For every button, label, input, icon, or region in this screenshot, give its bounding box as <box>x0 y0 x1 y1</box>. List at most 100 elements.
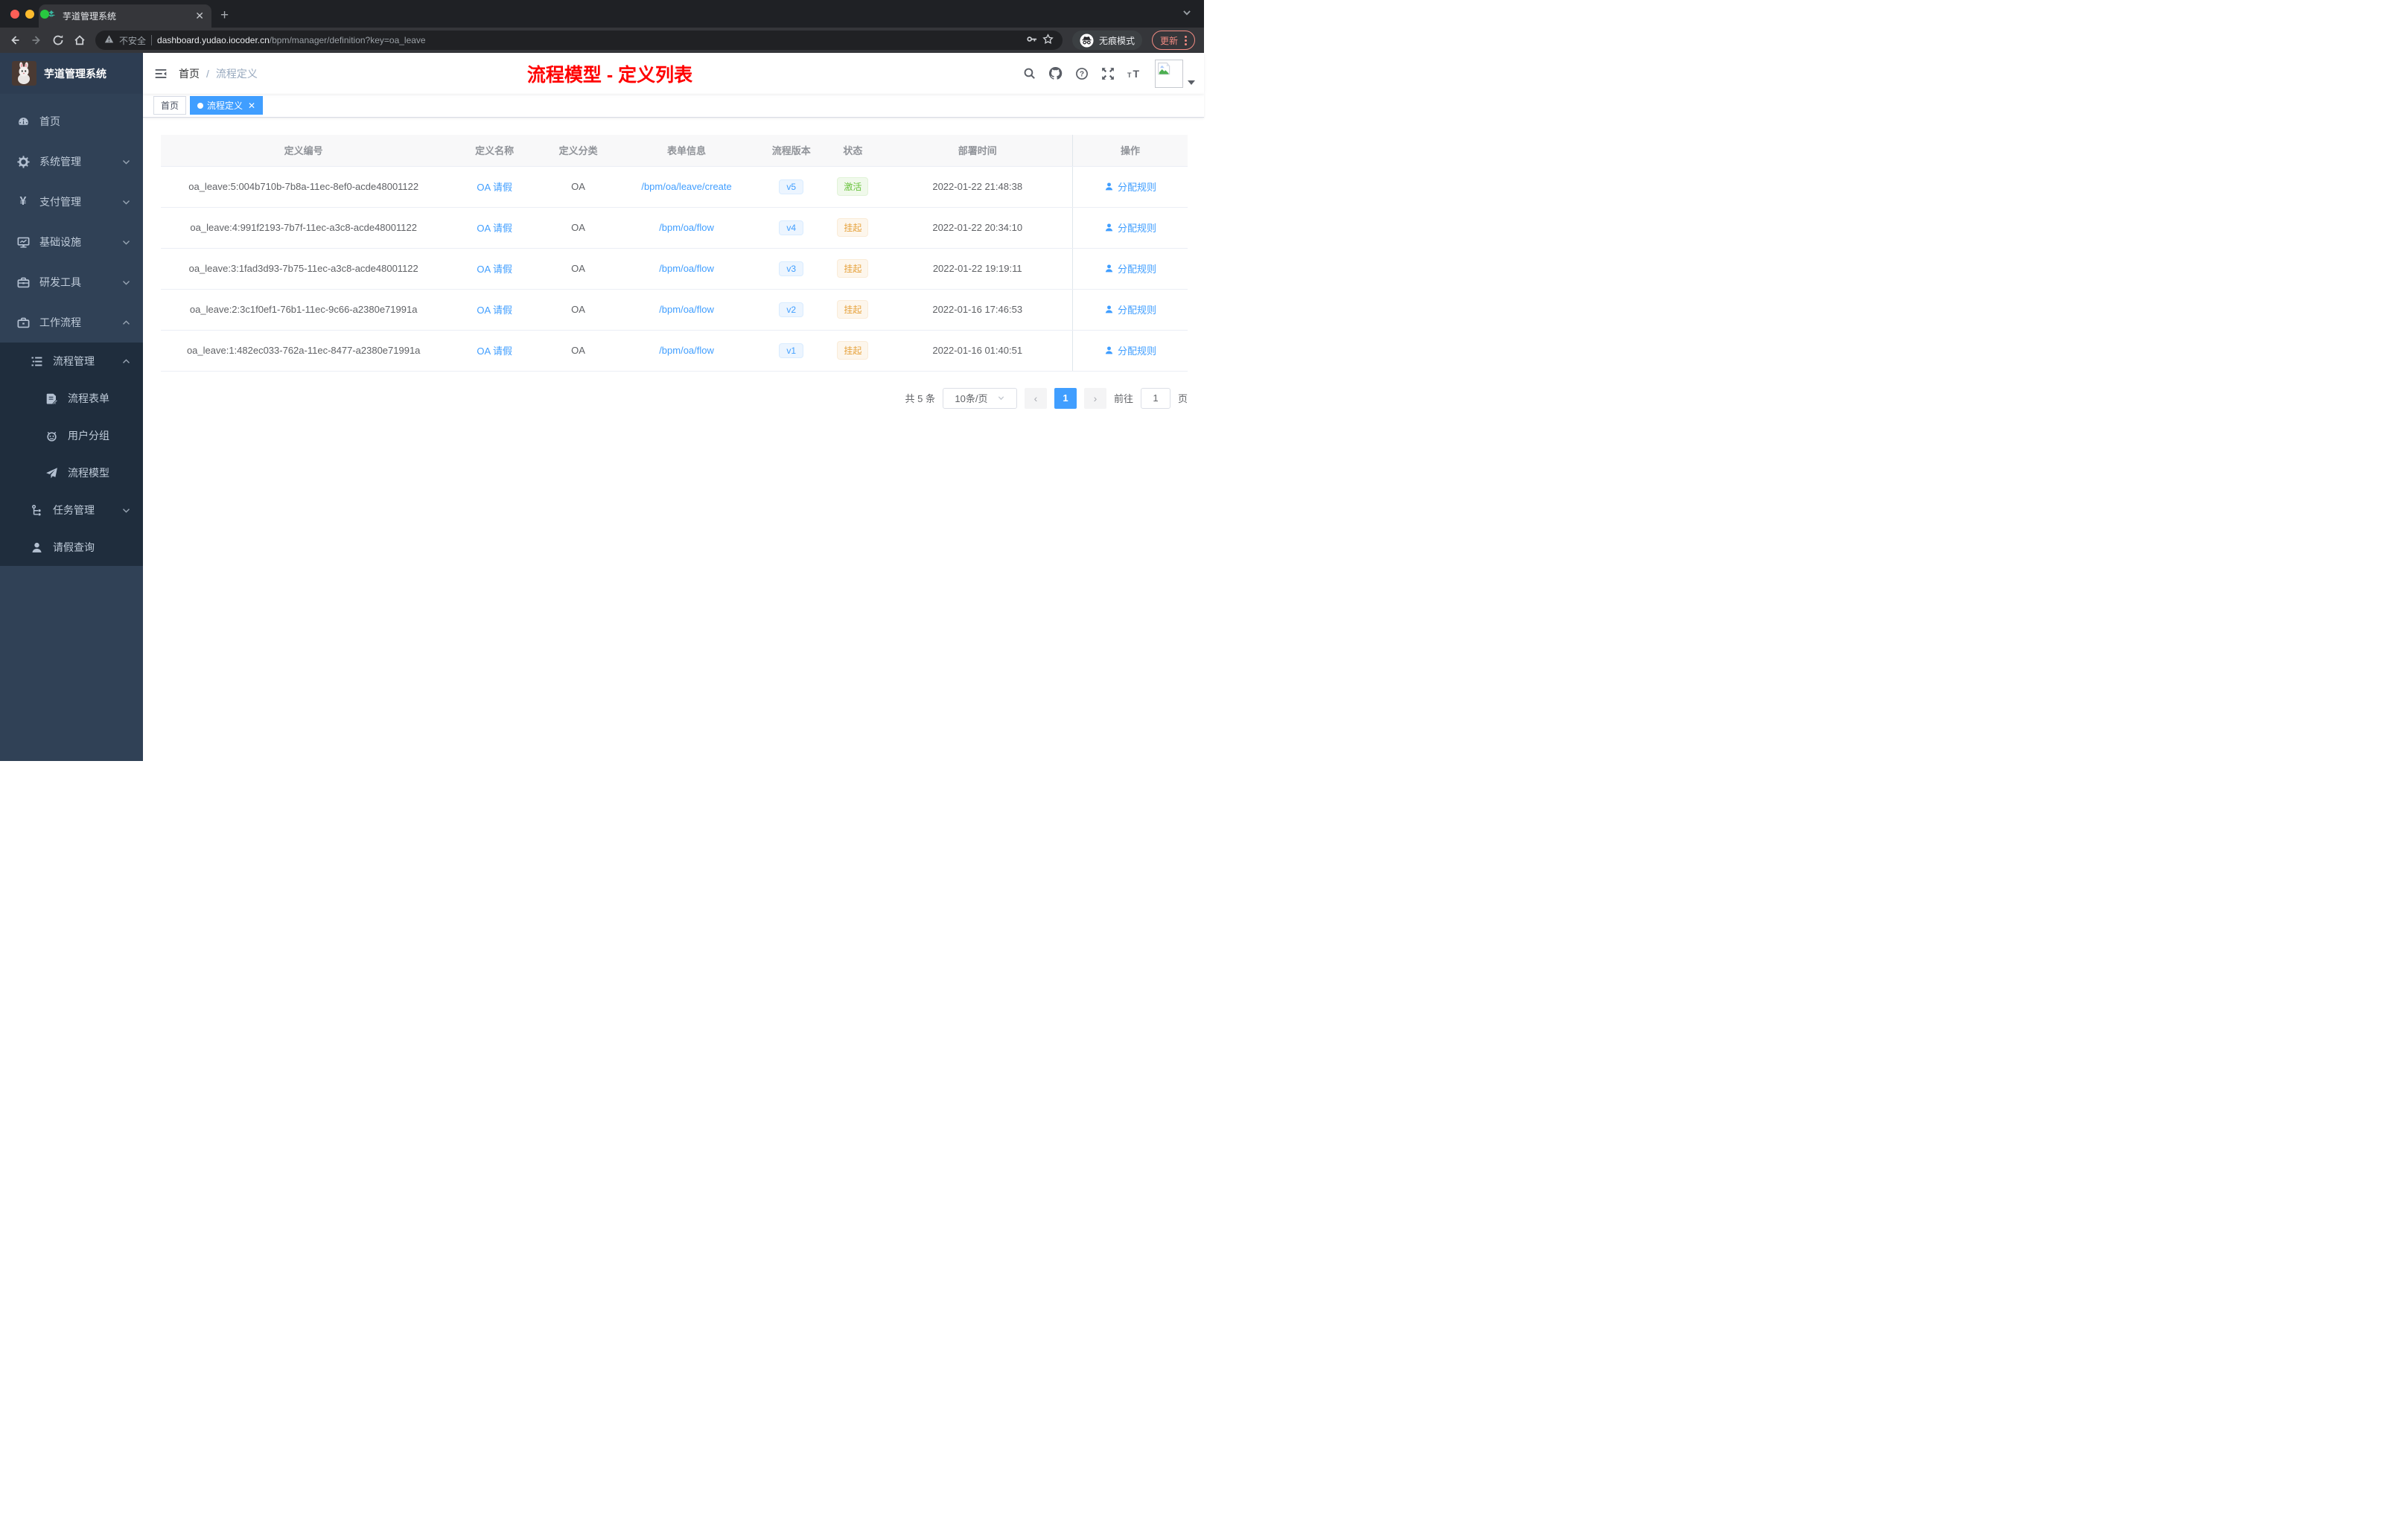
sidebar-item-user-group[interactable]: 用户分组 <box>0 417 143 454</box>
status-badge: 挂起 <box>837 218 869 237</box>
maximize-window-button[interactable] <box>40 9 49 19</box>
version-badge: v5 <box>779 179 804 194</box>
definition-id: oa_leave:5:004b710b-7b8a-11ec-8ef0-acde4… <box>188 181 419 192</box>
sidebar-item-label: 基础设施 <box>39 236 81 248</box>
prev-page-button[interactable]: ‹ <box>1024 387 1047 409</box>
form-info-link[interactable]: /bpm/oa/flow <box>659 304 714 315</box>
chevron-down-icon <box>121 197 131 207</box>
tags-view-bar: 首页 流程定义 ✕ <box>143 94 1204 118</box>
next-page-button[interactable]: › <box>1083 387 1106 409</box>
column-header: 定义名称 <box>446 135 543 167</box>
form-info-link[interactable]: /bpm/oa/flow <box>659 222 714 233</box>
definition-category: OA <box>571 345 585 356</box>
svg-text:?: ? <box>1080 70 1084 78</box>
sidebar-logo-row[interactable]: 芋道管理系统 <box>0 53 143 94</box>
assign-rule-label: 分配规则 <box>1118 264 1157 275</box>
definition-name-link[interactable]: OA 请假 <box>477 182 512 193</box>
font-size-icon[interactable]: TT <box>1127 67 1142 80</box>
sidebar-item-process-model[interactable]: 流程模型 <box>0 454 143 491</box>
app-navbar: 首页 / 流程定义 流程模型 - 定义列表 ? T T <box>143 53 1204 94</box>
definition-name-link[interactable]: OA 请假 <box>477 223 512 234</box>
goto-page-input[interactable] <box>1140 387 1170 409</box>
svg-text:T: T <box>1133 68 1140 80</box>
minimize-window-button[interactable] <box>25 9 34 19</box>
sidebar-item-workflow[interactable]: 工作流程 <box>0 302 143 343</box>
definition-name-link[interactable]: OA 请假 <box>477 264 512 275</box>
workflow-submenu: 流程管理流程表单用户分组 流程模型任务管理请假查询 <box>0 343 143 566</box>
sidebar-item-label: 流程表单 <box>68 392 109 404</box>
select-chevron-down-icon <box>998 396 1004 401</box>
page-size-select[interactable]: 10条/页 <box>942 387 1017 409</box>
breadcrumb-current: 流程定义 <box>215 67 258 80</box>
browser-menu-icon[interactable] <box>1185 35 1187 45</box>
sidebar-item-label: 任务管理 <box>53 504 95 516</box>
url-text[interactable]: dashboard.yudao.iocoder.cn/bpm/manager/d… <box>157 35 426 45</box>
breadcrumb-separator: / <box>206 67 209 80</box>
back-button[interactable] <box>9 34 21 46</box>
assign-rule-button[interactable]: 分配规则 <box>1104 343 1156 357</box>
browser-tab[interactable]: 芋道管理系统 ✕ <box>39 4 211 28</box>
fullscreen-icon[interactable] <box>1101 67 1115 80</box>
briefcase-icon <box>16 316 30 329</box>
definition-name-link[interactable]: OA 请假 <box>477 305 512 316</box>
sidebar-item-system[interactable]: 系统管理 <box>0 141 143 182</box>
sidebar-item-label: 请假查询 <box>53 541 95 553</box>
incognito-icon <box>1080 33 1094 48</box>
sidebar-toggle-hamburger-icon[interactable] <box>143 67 179 80</box>
tag-home-label: 首页 <box>161 101 179 111</box>
help-question-icon[interactable]: ? <box>1075 67 1089 80</box>
assign-rule-button[interactable]: 分配规则 <box>1104 220 1156 235</box>
definition-category: OA <box>571 222 585 233</box>
status-badge: 激活 <box>837 177 869 196</box>
avatar-dropdown-caret-icon[interactable] <box>1188 80 1195 85</box>
assign-rule-button[interactable]: 分配规则 <box>1104 302 1156 316</box>
user-icon <box>30 541 43 554</box>
tab-strip-chevron-down-icon[interactable] <box>1182 7 1192 22</box>
definition-name-link[interactable]: OA 请假 <box>477 346 512 357</box>
tag-process-definition[interactable]: 流程定义 ✕ <box>190 96 264 115</box>
yen-icon: ¥ <box>19 195 27 208</box>
sidebar-item-payment[interactable]: ¥ 支付管理 <box>0 182 143 222</box>
security-label[interactable]: 不安全 <box>119 34 146 47</box>
reload-button[interactable] <box>52 34 64 46</box>
browser-window: 芋道管理系统 ✕ + 不安全 dashboard.yudao.iocoder.c… <box>0 0 1204 761</box>
close-window-button[interactable] <box>10 9 19 19</box>
chevron-up-icon <box>121 357 131 366</box>
sidebar-item-dev-tools[interactable]: 研发工具 <box>0 262 143 302</box>
column-header: 表单信息 <box>614 135 759 167</box>
assign-rule-button[interactable]: 分配规则 <box>1104 179 1156 194</box>
url-divider <box>151 35 153 45</box>
dashboard-icon <box>16 115 30 128</box>
current-page-button[interactable]: 1 <box>1054 387 1077 409</box>
assign-rule-button[interactable]: 分配规则 <box>1104 261 1156 276</box>
new-tab-button[interactable]: + <box>220 7 229 24</box>
avatar-broken-image[interactable] <box>1155 59 1183 88</box>
sidebar-item-home[interactable]: 首页 <box>0 101 143 141</box>
bookmark-star-icon[interactable] <box>1042 34 1054 47</box>
user-icon <box>1104 182 1114 191</box>
sidebar-item-leave-query[interactable]: 请假查询 <box>0 529 143 566</box>
tab-close-icon[interactable]: ✕ <box>195 10 204 22</box>
security-warning-icon[interactable] <box>104 34 114 46</box>
github-icon[interactable] <box>1048 66 1063 80</box>
sidebar-item-process-mgmt[interactable]: 流程管理 <box>0 343 143 380</box>
tag-close-icon[interactable]: ✕ <box>248 101 255 111</box>
tag-home[interactable]: 首页 <box>153 96 187 115</box>
column-header: 定义分类 <box>543 135 614 167</box>
sidebar-item-process-form[interactable]: 流程表单 <box>0 380 143 417</box>
url-bar[interactable]: 不安全 dashboard.yudao.iocoder.cn/bpm/manag… <box>95 31 1063 50</box>
form-info-link[interactable]: /bpm/oa/flow <box>659 345 714 356</box>
form-info-link[interactable]: /bpm/oa/leave/create <box>641 181 731 192</box>
sidebar-item-infrastructure[interactable]: 基础设施 <box>0 222 143 262</box>
tab-title: 芋道管理系统 <box>63 11 117 22</box>
update-button[interactable]: 更新 <box>1151 31 1195 50</box>
breadcrumb-home[interactable]: 首页 <box>179 68 200 80</box>
home-button[interactable] <box>74 34 86 46</box>
forward-button[interactable] <box>31 34 42 46</box>
table-row: oa_leave:2:3c1f0ef1-76b1-11ec-9c66-a2380… <box>161 289 1188 331</box>
form-info-link[interactable]: /bpm/oa/flow <box>659 263 714 274</box>
search-icon[interactable] <box>1023 67 1036 80</box>
assign-rule-label: 分配规则 <box>1118 346 1157 357</box>
sidebar-item-task-mgmt[interactable]: 任务管理 <box>0 491 143 529</box>
password-key-icon[interactable] <box>1026 34 1037 47</box>
